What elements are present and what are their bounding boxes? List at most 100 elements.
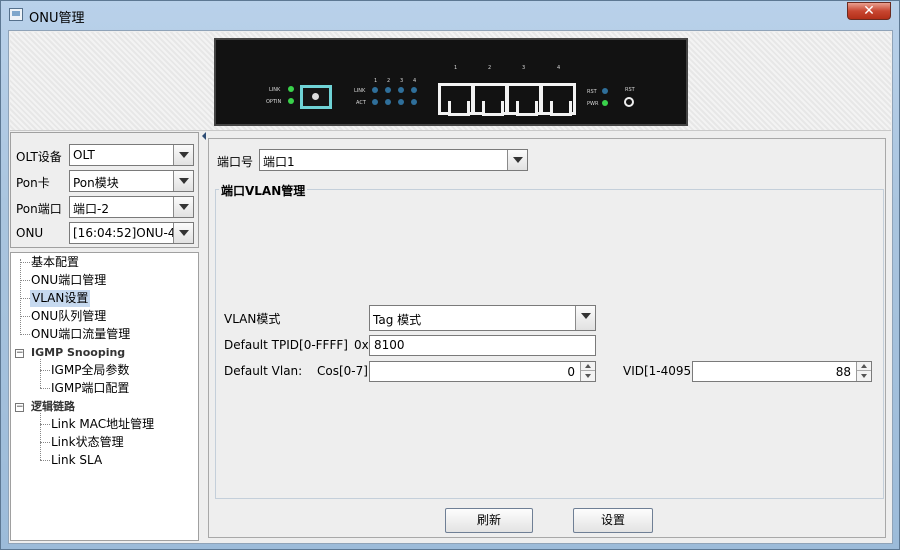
collapse-icon[interactable]: − [15,403,24,412]
onu-select[interactable]: [16:04:52]ONU-4 [69,222,194,244]
pwr-led-label: PWR [587,101,599,107]
app-window-icon [9,8,23,21]
tree-connector [20,334,30,335]
olt-device-select[interactable]: OLT [69,144,194,166]
onu-management-window: ONU管理 ✕ LINK OPTIN 1 2 3 4 LINK ACT 1 2 … [0,0,900,550]
window-client-area: LINK OPTIN 1 2 3 4 LINK ACT 1 2 3 4 RST … [8,30,893,544]
vid-value: 88 [835,365,851,379]
collapse-icon[interactable]: − [15,349,24,358]
lan-act-label: ACT [356,100,366,106]
led-number-2: 2 [387,78,391,84]
chevron-down-icon[interactable] [173,197,193,217]
pon-port-row: Pon端口 端口-2 [16,196,196,218]
lan-port-number-2: 2 [488,65,492,71]
pon-port-value: 端口-2 [73,202,109,216]
reset-button-icon [624,97,634,107]
pon-card-row: Pon卡 Pon模块 [16,170,196,192]
tree-item-link-status-management[interactable]: Link状态管理 [51,434,124,451]
lan-port-number-1: 1 [454,65,458,71]
pwr-led-icon [602,100,608,106]
port-number-select[interactable]: 端口1 [259,149,528,171]
pon-fiber-port-icon [300,85,332,109]
default-tpid-label: Default TPID[0-FFFF] [224,338,348,352]
rj45-port-icon [472,83,508,116]
tree-item-onu-port-management[interactable]: ONU端口管理 [31,272,106,289]
lan-link-led-icon [398,87,404,93]
tree-connector [20,262,30,263]
window-title: ONU管理 [29,11,85,26]
pon-card-select[interactable]: Pon模块 [69,170,194,192]
led-number-1: 1 [374,78,378,84]
spinner-up-icon[interactable] [857,362,871,371]
device-header-band: LINK OPTIN 1 2 3 4 LINK ACT 1 2 3 4 RST … [10,32,891,131]
lan-link-led-icon [372,87,378,93]
tree-item-basic-config[interactable]: 基本配置 [31,254,79,271]
olt-device-label: OLT设备 [16,150,62,164]
tree-group-igmp-snooping[interactable]: IGMP Snooping [31,344,125,361]
rj45-port-icon [506,83,542,116]
onu-device-panel-image: LINK OPTIN 1 2 3 4 LINK ACT 1 2 3 4 RST … [214,38,688,126]
cos-label: Cos[0-7] [317,364,368,378]
pon-port-label: Pon端口 [16,202,62,216]
vid-label: VID[1-4095] [623,364,696,378]
lan-act-led-icon [385,99,391,105]
vlan-mode-label: VLAN模式 [224,312,281,326]
title-bar[interactable]: ONU管理 ✕ [1,1,899,29]
vlan-mode-select[interactable]: Tag 模式 [369,305,596,331]
spinner-up-icon[interactable] [581,362,595,371]
tree-group-logical-link[interactable]: 逻辑链路 [31,398,75,415]
tree-item-vlan-settings[interactable]: VLAN设置 [30,290,91,307]
rst-button-label: RST [625,87,635,93]
onu-row: ONU [16:04:52]ONU-4 [16,222,196,244]
optin-led-label: OPTIN [266,99,282,105]
lan-act-led-icon [372,99,378,105]
lan-port-number-3: 3 [522,65,526,71]
collapse-panel-arrow-icon[interactable] [202,132,206,140]
pon-card-label: Pon卡 [16,176,50,190]
default-tpid-input[interactable]: 8100 [369,335,596,356]
tree-connector [20,280,30,281]
cos-value: 0 [567,365,575,379]
chevron-down-icon[interactable] [173,171,193,191]
tree-connector [40,370,50,371]
port-number-label: 端口号 [217,155,254,169]
link-led-icon [288,86,294,92]
device-selector-group: OLT设备 OLT Pon卡 Pon模块 Pon端口 端口-2 ONU [16:… [10,132,199,248]
left-navigation-panel: OLT设备 OLT Pon卡 Pon模块 Pon端口 端口-2 ONU [16:… [10,132,200,542]
chevron-down-icon[interactable] [507,150,527,170]
tree-connector [40,359,41,388]
chevron-down-icon[interactable] [173,223,193,243]
chevron-down-icon[interactable] [173,145,193,165]
vid-spinner-buttons [856,362,871,381]
rst-led-icon [602,88,608,94]
tree-connector [40,460,50,461]
tree-connector [20,298,30,299]
led-number-4: 4 [413,78,417,84]
tree-item-onu-port-traffic-management[interactable]: ONU端口流量管理 [31,326,130,343]
tree-connector [40,413,41,460]
tree-connector [40,424,50,425]
tree-connector [20,259,21,335]
lan-link-led-icon [385,87,391,93]
refresh-button[interactable]: 刷新 [445,508,533,533]
set-button[interactable]: 设置 [573,508,653,533]
chevron-down-icon[interactable] [575,306,595,330]
tree-item-onu-queue-management[interactable]: ONU队列管理 [31,308,106,325]
close-button[interactable]: ✕ [847,2,891,20]
pon-port-select[interactable]: 端口-2 [69,196,194,218]
spinner-down-icon[interactable] [857,371,871,380]
spinner-down-icon[interactable] [581,371,595,380]
link-led-label: LINK [269,87,281,93]
tree-item-link-mac-management[interactable]: Link MAC地址管理 [51,416,154,433]
optin-led-icon [288,98,294,104]
tree-item-igmp-port-config[interactable]: IGMP端口配置 [51,380,129,397]
vid-spinner[interactable]: 88 [692,361,872,382]
tree-item-link-sla[interactable]: Link SLA [51,452,102,469]
tree-item-igmp-global-params[interactable]: IGMP全局参数 [51,362,129,379]
cos-spinner[interactable]: 0 [369,361,596,382]
led-number-3: 3 [400,78,404,84]
port-vlan-management-title: 端口VLAN管理 [219,182,308,199]
tree-connector [20,316,30,317]
rj45-port-icon [438,83,474,116]
pon-card-value: Pon模块 [73,176,119,190]
